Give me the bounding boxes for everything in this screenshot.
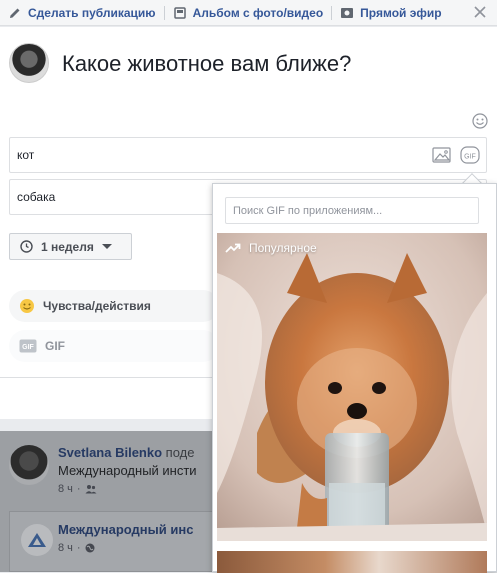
poll-question[interactable]: Какое животное вам ближе? xyxy=(62,51,351,77)
gif-button[interactable]: GIF GIF xyxy=(9,330,219,362)
svg-text:GIF: GIF xyxy=(464,154,476,161)
poll-option-2-text: собака xyxy=(17,190,56,204)
shared-time: 8 ч xyxy=(58,542,73,554)
svg-text:GIF: GIF xyxy=(22,344,34,351)
feelings-activity-label: Чувства/действия xyxy=(43,299,151,313)
tab-make-post-label: Сделать публикацию xyxy=(28,5,156,20)
poll-duration-label: 1 неделя xyxy=(41,239,94,254)
dot-separator: · xyxy=(76,542,81,554)
pomeranian-dog-image xyxy=(217,233,487,541)
post-time: 8 ч xyxy=(58,483,73,495)
shared-timestamp[interactable]: 8 ч · xyxy=(58,542,95,554)
gif-result-next[interactable] xyxy=(217,548,487,573)
globe-icon xyxy=(85,543,95,553)
dot-separator: · xyxy=(76,483,81,495)
smiley-icon xyxy=(19,298,35,314)
tab-live-video[interactable]: Прямой эфир xyxy=(332,0,449,26)
close-icon[interactable] xyxy=(473,5,487,19)
avatar xyxy=(9,445,49,485)
trending-icon xyxy=(225,243,241,253)
gif-icon[interactable]: GIF xyxy=(460,146,480,164)
post-author-suffix: поде xyxy=(162,445,195,460)
shared-page-name[interactable]: Международный инс xyxy=(58,522,193,537)
post-author-name: Svetlana Bilenko xyxy=(58,445,163,460)
friends-icon xyxy=(85,485,97,494)
post-subtitle: Международный инсти xyxy=(58,463,197,478)
divider xyxy=(217,548,487,551)
page-logo xyxy=(21,524,53,556)
option-media-buttons: GIF xyxy=(432,146,480,164)
popular-label: Популярное xyxy=(249,241,317,255)
poll-duration-dropdown[interactable]: 1 неделя xyxy=(9,233,132,260)
post-author[interactable]: Svetlana Bilenko поде xyxy=(58,445,194,460)
clock-icon xyxy=(20,240,33,253)
video-camera-icon xyxy=(340,6,354,20)
gif-picker-popup: Популярное xyxy=(212,183,497,573)
gif-icon: GIF xyxy=(19,339,37,353)
poll-option-1-text: кот xyxy=(17,148,35,162)
gif-search-input[interactable] xyxy=(225,197,479,224)
image-icon[interactable] xyxy=(432,146,452,164)
popular-section-label: Популярное xyxy=(225,241,317,255)
poll-option-1[interactable]: кот GIF xyxy=(9,137,487,173)
tab-photo-album-label: Альбом с фото/видео xyxy=(192,5,324,20)
album-icon xyxy=(173,6,187,20)
gif-label: GIF xyxy=(45,339,65,353)
emoji-icon[interactable] xyxy=(472,113,488,129)
tab-make-post[interactable]: Сделать публикацию xyxy=(0,0,164,26)
tab-live-video-label: Прямой эфир xyxy=(360,5,442,20)
pencil-icon xyxy=(8,6,22,20)
composer-tabs: Сделать публикацию Альбом с фото/видео П… xyxy=(0,0,497,26)
post-timestamp[interactable]: 8 ч · xyxy=(58,483,97,495)
tab-photo-album[interactable]: Альбом с фото/видео xyxy=(165,0,332,26)
gif-result-pomeranian[interactable]: Популярное xyxy=(217,233,487,541)
avatar xyxy=(9,43,49,83)
chevron-down-icon xyxy=(101,244,112,249)
feelings-activity-button[interactable]: Чувства/действия xyxy=(9,290,219,322)
